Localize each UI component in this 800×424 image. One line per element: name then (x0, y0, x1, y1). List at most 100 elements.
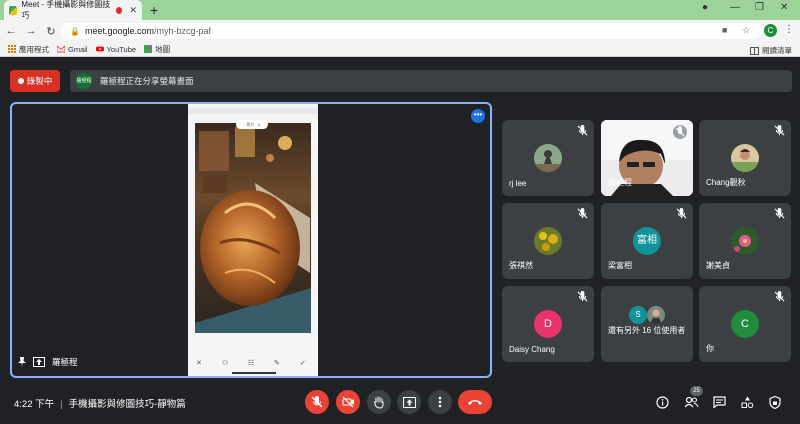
meeting-title: 手機攝影與修圖技巧-靜物篇 (68, 399, 186, 410)
yellow-flowers-icon (534, 227, 562, 255)
person-silhouette-icon (534, 144, 562, 172)
new-tab-button[interactable]: + (150, 2, 158, 18)
reading-list-icon (750, 46, 759, 55)
participant-name: 梁富相 (608, 261, 632, 270)
mic-off-icon (577, 208, 588, 219)
close-window-button[interactable]: ✕ (780, 2, 788, 13)
participant-tile[interactable]: 羅極程 (601, 120, 693, 196)
tile-more-options-button[interactable]: ••• (471, 109, 485, 123)
participant-tile-others[interactable]: S 還有另外 16 位使用者 (601, 286, 693, 362)
apps-grid-icon (8, 45, 16, 53)
restore-button[interactable]: ❐ (755, 2, 764, 13)
shared-phone-screen: · 原片 · 0 ✕ ⚇ ☷ ✎ ✓ (188, 104, 318, 376)
phone-status-strip (188, 108, 318, 114)
meeting-details-button[interactable] (654, 394, 670, 410)
leave-call-button[interactable] (458, 390, 492, 414)
reload-button[interactable]: ↻ (42, 25, 60, 38)
chat-icon (712, 396, 726, 408)
bookmark-apps[interactable]: 應用程式 (8, 44, 49, 55)
participant-photo-avatar (731, 227, 759, 255)
participant-tile[interactable]: rj lee (502, 120, 594, 196)
address-bar[interactable]: 🔒 meet.google.com/myh-bzcg-paf ■ ☆ (60, 23, 762, 39)
participant-tile[interactable]: D Daisy Chang (502, 286, 594, 362)
presentation-tile[interactable]: · 原片 · 0 ✕ ⚇ ☷ ✎ ✓ ••• 羅極程 (10, 102, 492, 378)
mic-off-icon (311, 396, 323, 408)
bookmark-label: Gmail (68, 44, 88, 54)
separator: | (60, 399, 63, 410)
participant-tile[interactable]: Chang觀秋 (699, 120, 791, 196)
chat-button[interactable] (711, 394, 727, 410)
meeting-info: 4:22 下午 | 手機攝影與修圖技巧-靜物篇 (14, 396, 186, 410)
present-screen-icon (402, 396, 416, 408)
hand-icon (374, 396, 384, 409)
activities-icon (741, 396, 753, 408)
recording-indicator-icon (115, 6, 123, 14)
reading-list-label: 閱讀清單 (762, 46, 792, 55)
forward-button[interactable]: → (22, 25, 40, 37)
back-button[interactable]: ← (2, 25, 20, 37)
participant-name: 謝美貞 (706, 261, 730, 270)
bookmark-maps[interactable]: 地圖 (144, 44, 170, 55)
phone-draw-icon: ✎ (274, 360, 280, 367)
camera-toggle-button[interactable] (336, 390, 360, 414)
phone-filter-pill: · 原片 · 0 (236, 120, 268, 129)
bookmark-star-icon[interactable]: ☆ (742, 25, 750, 36)
presentation-banner: 羅極程 羅極程正在分享螢幕畫面 (70, 70, 792, 92)
close-tab-icon[interactable]: ✕ (129, 5, 137, 16)
reading-list[interactable]: 閱讀清單 (750, 45, 792, 56)
participant-initials-avatar: 富相 (633, 227, 661, 255)
more-options-button[interactable] (428, 390, 452, 414)
others-photo-avatar (647, 306, 665, 324)
share-banner-text: 羅極程正在分享螢幕畫面 (100, 76, 194, 86)
person-photo-icon (647, 306, 665, 324)
participant-photo-avatar (534, 227, 562, 255)
present-now-button[interactable] (397, 390, 421, 414)
pin-icon[interactable] (18, 357, 26, 367)
profile-avatar[interactable]: C (764, 24, 777, 37)
minimize-button[interactable]: — (730, 2, 740, 13)
participant-name: rj lee (509, 179, 527, 188)
mic-off-icon (774, 125, 785, 136)
shield-lock-icon (769, 395, 781, 409)
bookmark-label: 地圖 (155, 44, 171, 54)
profile-menu-icon[interactable]: ● (702, 2, 708, 13)
activities-button[interactable] (739, 394, 755, 410)
recording-status-badge[interactable]: 錄製中 (10, 70, 60, 92)
host-controls-button[interactable] (767, 394, 783, 410)
url-path: /myh-bzcg-paf (154, 26, 212, 36)
browser-menu-icon[interactable]: ⋮ (784, 24, 794, 35)
meeting-control-bar: 4:22 下午 | 手機攝影與修圖技巧-靜物篇 25 (0, 384, 800, 424)
shared-food-photo (195, 123, 311, 333)
presenter-mini-avatar: 羅極程 (76, 73, 92, 89)
maps-icon (144, 45, 153, 53)
participant-tile[interactable]: 謝美貞 (699, 203, 791, 279)
bookmarks-bar: 應用程式 Gmail YouTube 地圖 閱讀清單 (0, 42, 800, 57)
present-screen-icon (33, 357, 45, 367)
raise-hand-button[interactable] (367, 390, 391, 414)
presenter-label: 羅極程 (18, 356, 78, 368)
microphone-toggle-button[interactable] (305, 390, 329, 414)
phone-filter-icon: ⚇ (222, 360, 229, 367)
browser-tab-meet[interactable]: Meet - 手機攝影與修圖技巧 ✕ (4, 0, 142, 20)
mic-off-icon (774, 291, 785, 302)
mic-off-icon (675, 126, 685, 137)
pink-flower-icon (731, 227, 759, 255)
people-icon (684, 396, 698, 408)
phone-tab-indicator (232, 372, 276, 374)
bookmark-youtube[interactable]: YouTube (95, 45, 136, 54)
participant-tile[interactable]: 富相 梁富相 (601, 203, 693, 279)
phone-cancel-icon: ✕ (196, 360, 202, 367)
bookmark-label: 應用程式 (19, 44, 49, 54)
browser-tab-strip: Meet - 手機攝影與修圖技巧 ✕ + ● — ❐ ✕ (0, 0, 800, 20)
people-button[interactable] (683, 394, 699, 410)
mic-off-icon (676, 208, 687, 219)
bookmark-gmail[interactable]: Gmail (57, 45, 88, 54)
participant-tile-self[interactable]: C 你 (699, 286, 791, 362)
more-vert-icon (438, 396, 442, 408)
lock-icon: 🔒 (70, 26, 80, 36)
participant-tile[interactable]: 張祺然 (502, 203, 594, 279)
record-dot-icon (17, 78, 24, 84)
camera-in-use-icon[interactable]: ■ (722, 25, 727, 35)
tab-title: Meet - 手機攝影與修圖技巧 (21, 0, 111, 20)
person-photo-icon (731, 144, 759, 172)
